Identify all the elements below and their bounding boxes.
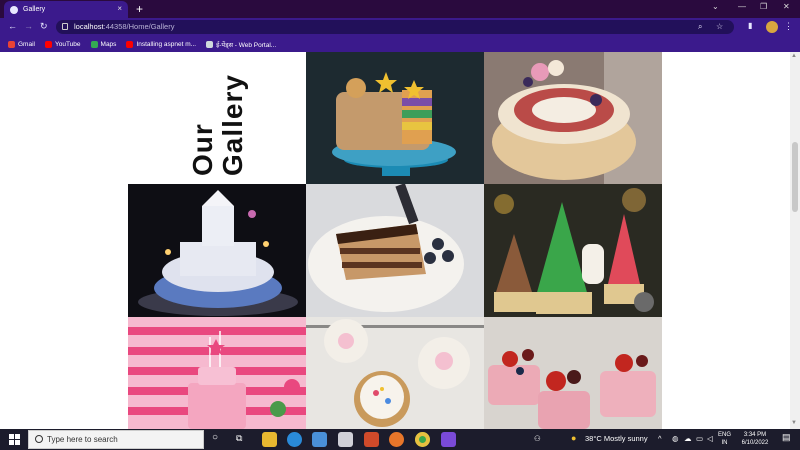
taskbar-search-placeholder: Type here to search [47,435,118,444]
notifications-icon[interactable]: ▤ [782,432,791,443]
menu-kebab-icon[interactable]: ⋮ [784,21,793,32]
gallery-title-cell: Our Gallery [128,52,306,184]
bookmarks-bar: Gmail YouTube Maps Installing aspnet m... ई-… [0,36,800,52]
youtube-icon [126,40,134,48]
new-tab-button[interactable]: + [136,1,143,17]
bookmark-star-icon[interactable]: ☆ [716,22,723,31]
file-explorer-icon[interactable] [262,432,277,447]
office-icon[interactable] [364,432,379,447]
strawberry-petit-fours-image [484,317,662,429]
youtube-icon [44,40,52,48]
windows-start-icon[interactable] [9,434,20,445]
taskbar-search-box[interactable]: Type here to search [28,430,204,449]
maximize-icon[interactable]: ❐ [760,2,767,11]
bookmark-item[interactable]: YouTube [44,40,81,48]
people-icon[interactable]: ⚇ [534,434,541,443]
christmas-cupcakes-image [484,184,662,317]
zoom-search-icon[interactable]: ⌕ [698,22,702,32]
bookmark-label: Maps [100,40,117,48]
bookmark-label: Installing aspnet m... [136,40,197,48]
firefox-icon[interactable] [389,432,404,447]
bookmark-label: ई-पेंड्स - Web Portal... [216,41,277,49]
tab-search-chevron-icon[interactable]: ⌄ [712,2,719,11]
minimize-icon[interactable]: — [738,2,746,11]
back-icon[interactable]: ← [8,21,17,31]
scrollbar-thumb[interactable] [792,142,798,212]
gallery-photo-5 [484,184,662,317]
scroll-up-icon[interactable]: ▲ [791,53,797,59]
language-indicator[interactable]: ENG IN [718,431,731,447]
scroll-down-icon[interactable]: ▼ [791,420,797,426]
browser-tab-strip: Gallery × + ⌄ — ❐ ✕ [0,0,800,18]
weather-sun-icon: ● [571,433,577,443]
chrome-icon[interactable] [415,432,430,447]
rainbow-sprinkle-cake-image [306,52,484,184]
network-icon[interactable]: ◍ [672,434,679,443]
address-bar[interactable]: localhost:44358/Home/Gallery ⌕ ☆ [56,20,734,34]
castle-birthday-cake-image [128,184,306,317]
gallery-grid: Our Gallery [128,52,662,429]
store-icon[interactable] [312,432,327,447]
side-panel-icon[interactable]: ▮ [748,21,752,30]
tab-gallery[interactable]: Gallery × [4,1,128,18]
close-window-icon[interactable]: ✕ [783,2,790,11]
bookmark-label: YouTube [54,40,81,48]
bookmark-item[interactable]: Installing aspnet m... [126,40,197,48]
profile-avatar[interactable] [766,21,778,33]
tab-close-icon[interactable]: × [117,4,122,13]
gallery-photo-2 [484,52,662,184]
mail-icon[interactable] [338,432,353,447]
gallery-photo-1 [306,52,484,184]
windows-taskbar: Type here to search ○ ⧉ ⚇ ● 38°C Mostly … [0,429,800,450]
bookmark-item[interactable]: Gmail [8,40,35,48]
gmail-icon [8,40,15,48]
chocolate-layer-slice-image [306,184,484,317]
reload-icon[interactable]: ↻ [40,21,48,32]
onedrive-icon[interactable]: ☁ [684,434,692,443]
portal-icon [206,40,214,48]
sprinkle-cupcakes-image [306,317,484,429]
cortana-icon[interactable]: ○ [212,432,218,443]
forward-icon[interactable]: → [24,21,33,31]
gallery-photo-6 [128,317,306,429]
visual-studio-icon[interactable] [441,432,456,447]
page-title: Our Gallery [187,74,248,176]
volume-icon[interactable]: ◁ [707,434,713,443]
gallery-photo-3 [128,184,306,317]
page-scrollbar[interactable]: ▲ ▼ [790,52,800,429]
weather-text[interactable]: 38°C Mostly sunny [585,434,648,443]
gallery-photo-7 [306,317,484,429]
site-info-icon[interactable] [62,23,68,30]
search-icon [35,435,43,443]
bookmark-item[interactable]: ई-पेंड्स - Web Portal... [206,40,276,49]
taskbar-clock[interactable]: 3:34 PM 6/10/2022 [738,431,772,447]
gallery-photo-8 [484,317,662,429]
bookmark-label: Gmail [18,40,35,48]
browser-toolbar: ← → ↻ localhost:44358/Home/Gallery ⌕ ☆ ▮… [0,18,800,36]
url-text: localhost:44358/Home/Gallery [74,22,175,31]
globe-icon [10,5,18,14]
berry-crown-cake-image [484,52,662,184]
battery-icon[interactable]: ▭ [696,434,703,443]
bookmark-item[interactable]: Maps [90,40,117,48]
task-view-icon[interactable]: ⧉ [236,433,242,444]
edge-icon[interactable] [287,432,302,447]
tab-title: Gallery [23,6,46,13]
tray-chevron-up-icon[interactable]: ^ [658,434,662,443]
maps-icon [90,40,98,48]
web-page: Our Gallery [0,52,790,429]
gallery-photo-4 [306,184,484,317]
pink-party-cake-image [128,317,306,429]
